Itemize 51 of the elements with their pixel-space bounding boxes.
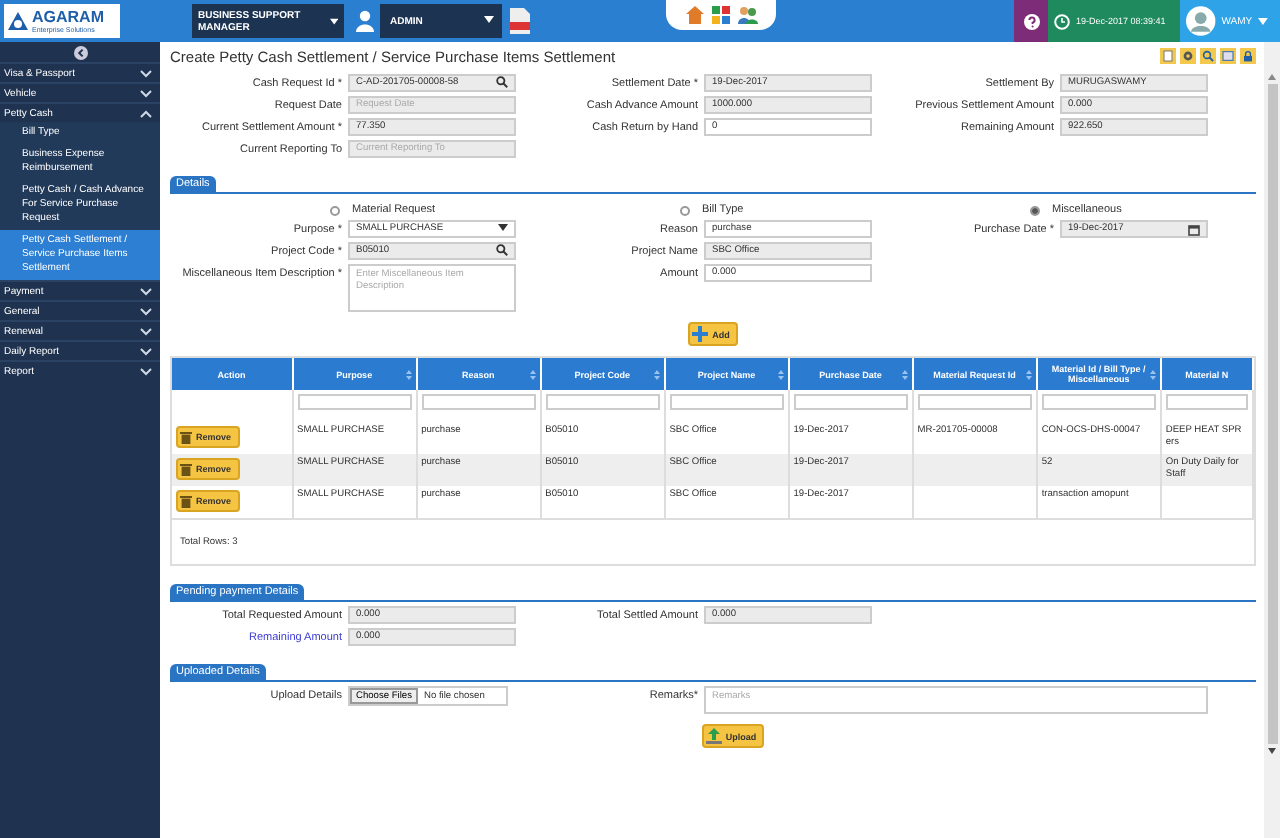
collapse-icon[interactable] (73, 45, 87, 59)
sort-icon (777, 370, 784, 380)
filter-field[interactable] (669, 394, 784, 410)
search-button[interactable] (1200, 48, 1216, 64)
sort-icon (901, 370, 908, 380)
filter-field[interactable] (917, 394, 1032, 410)
settings-button[interactable] (1180, 48, 1196, 64)
lock-button[interactable] (1240, 48, 1256, 64)
filter-field[interactable] (1041, 394, 1156, 410)
filter-field[interactable] (1165, 394, 1248, 410)
caret-icon (1258, 17, 1268, 25)
search-icon (496, 243, 508, 255)
scroll-down-icon[interactable] (1268, 748, 1276, 754)
avatar-icon (1186, 6, 1216, 36)
trash-icon (180, 462, 192, 476)
help-icon (1023, 13, 1039, 29)
people-icon[interactable] (737, 6, 757, 24)
radio-button[interactable] (1030, 205, 1040, 215)
notepad-button[interactable] (1160, 48, 1176, 64)
calendar-icon (1188, 223, 1200, 235)
sort-icon (1025, 370, 1032, 380)
search-icon (496, 75, 508, 87)
filter-field[interactable] (545, 394, 660, 410)
window-button[interactable] (1220, 48, 1236, 64)
sort-icon (405, 370, 412, 380)
home-icon[interactable] (685, 6, 703, 24)
caret-icon (329, 17, 338, 25)
caret-icon (498, 223, 508, 231)
pdf-icon[interactable] (510, 8, 530, 34)
person-icon (356, 10, 374, 32)
upload-icon (705, 728, 722, 744)
chevron-up-icon (140, 109, 152, 117)
caret-icon (484, 15, 494, 23)
logo-name: AGARAM (32, 9, 104, 25)
grid-icon[interactable] (711, 6, 729, 24)
scroll-up-icon[interactable] (1268, 74, 1276, 80)
filter-field[interactable] (297, 394, 412, 410)
help-button[interactable] (1014, 0, 1048, 42)
table-cell (912, 454, 1037, 486)
filter-field[interactable] (421, 394, 536, 410)
plus-icon (692, 326, 709, 342)
radio-button[interactable] (330, 205, 340, 215)
radio-button[interactable] (680, 205, 690, 215)
trash-icon (180, 430, 192, 444)
sort-icon (1149, 370, 1156, 380)
filter-field[interactable] (793, 394, 908, 410)
clock-icon (1054, 13, 1070, 29)
sort-icon (529, 370, 536, 380)
scrollbar-thumb[interactable] (1267, 84, 1277, 744)
trash-icon (180, 494, 192, 508)
sort-icon (653, 370, 660, 380)
